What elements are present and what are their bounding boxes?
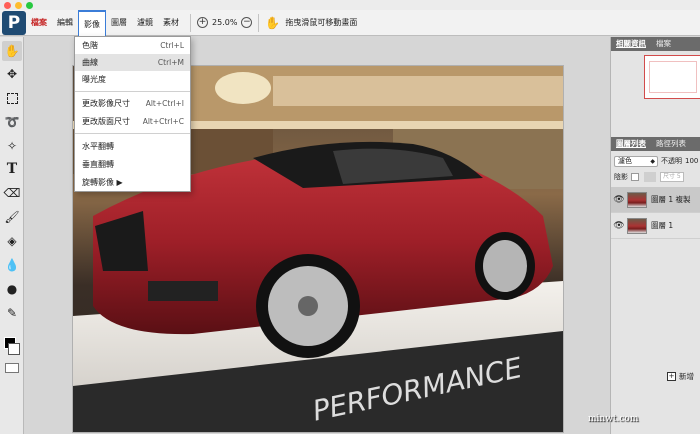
blend-row: 濾色 ◆ 不透明 100 — [614, 155, 700, 167]
shadow-checkbox[interactable] — [631, 173, 639, 181]
lasso-tool-icon[interactable]: ➰ — [2, 112, 22, 132]
hand-icon[interactable]: ✋ — [2, 41, 22, 61]
menu-item-canvas-size[interactable]: 更改版面尺寸 Alt+Ctrl+C — [75, 113, 190, 130]
tab-file[interactable]: 檔案 — [651, 37, 676, 51]
image-menu-dropdown: 色階 Ctrl+L 曲線 Ctrl+M 曝光度 更改影像尺寸 Alt+Ctrl+I 更… — [74, 36, 191, 192]
new-layer-icon: + — [667, 372, 676, 381]
eyedropper-tool-icon[interactable]: ✎ — [2, 303, 22, 323]
shadow-label: 陰影 — [614, 173, 628, 181]
app-logo: P — [2, 10, 26, 35]
menu-assets[interactable]: 素材 — [158, 10, 184, 36]
opacity-label: 不透明 — [661, 157, 682, 165]
tab-layers[interactable]: 圖層列表 — [611, 137, 651, 151]
menu-separator — [75, 91, 190, 92]
eye-icon[interactable]: 👁 — [613, 195, 625, 205]
info-tabs: 相關資訊 檔案 — [611, 37, 700, 51]
menu-item-exposure[interactable]: 曝光度 — [75, 71, 190, 88]
layer-tabs: 圖層列表 路徑列表 — [611, 137, 700, 151]
menubar-divider — [258, 13, 260, 32]
layer-row[interactable]: 👁 圖層 1 — [611, 213, 700, 239]
watermark-text: minwt.com — [588, 414, 639, 424]
menu-file[interactable]: 檔案 — [26, 10, 52, 36]
dodge-tool-icon[interactable]: ● — [2, 279, 22, 299]
hand-tool-icon[interactable]: ✋ — [265, 16, 280, 30]
minimize-window-button[interactable] — [15, 2, 22, 9]
menu-item-flip-vertical[interactable]: 垂直翻轉 — [75, 156, 190, 173]
menu-item-image-size[interactable]: 更改影像尺寸 Alt+Ctrl+I — [75, 95, 190, 112]
menu-item-levels[interactable]: 色階 Ctrl+L — [75, 37, 190, 54]
quick-mask-icon[interactable] — [5, 363, 19, 373]
menu-layer[interactable]: 圖層 — [106, 10, 132, 36]
zoom-level: 25.0% — [212, 18, 238, 27]
close-window-button[interactable] — [4, 2, 11, 9]
menu-filter[interactable]: 濾鏡 — [132, 10, 158, 36]
brush-tool-icon[interactable]: 🖌 — [2, 207, 22, 227]
tab-paths[interactable]: 路徑列表 — [651, 137, 691, 151]
menu-item-rotate[interactable]: 旋轉影像 ▶ — [75, 174, 190, 191]
menu-separator — [75, 133, 190, 134]
opacity-value[interactable]: 100 — [685, 157, 698, 165]
eraser-tool-icon[interactable]: ⌫ — [2, 183, 22, 203]
chevron-down-icon: ◆ — [650, 157, 655, 165]
lock-row: 陰影 尺寸 5 — [614, 171, 700, 183]
tab-info[interactable]: 相關資訊 — [611, 37, 651, 51]
tools-toolbar: ✋ ✥ ➰ ✧ T ⌫ 🖌 ◈ 💧 ● ✎ — [0, 37, 24, 434]
right-panel: 相關資訊 檔案 圖層列表 路徑列表 濾色 ◆ 不透明 100 陰影 尺寸 5 👁 … — [610, 37, 700, 434]
menu-image[interactable]: 影像 — [78, 9, 106, 36]
move-tool-icon[interactable]: ✥ — [2, 64, 22, 84]
zoom-in-icon[interactable]: + — [197, 17, 208, 28]
blend-mode-select[interactable]: 濾色 ◆ — [614, 155, 658, 167]
shadow-color-swatch[interactable] — [644, 172, 656, 182]
text-tool-icon[interactable]: T — [2, 159, 22, 179]
pan-hint: 拖曳滑鼠可移動畫面 — [285, 18, 358, 27]
layer-thumbnail — [627, 191, 647, 208]
menubar: P 檔案 編輯 影像 圖層 濾鏡 素材 + 25.0% − ✋ 拖曳滑鼠可移動畫… — [0, 9, 700, 36]
layer-name: 圖層 1 — [651, 221, 674, 230]
fill-tool-icon[interactable]: ◈ — [2, 231, 22, 251]
size-input[interactable]: 尺寸 5 — [660, 172, 684, 182]
menu-item-flip-horizontal[interactable]: 水平翻轉 — [75, 138, 190, 155]
menubar-divider — [190, 13, 191, 32]
background-color-swatch[interactable] — [8, 343, 20, 355]
magic-wand-icon[interactable]: ✧ — [2, 136, 22, 156]
new-layer-button[interactable]: + 新增 — [667, 371, 694, 382]
layer-thumbnail — [627, 217, 647, 234]
layer-name: 圖層 1 複製 — [651, 195, 691, 204]
blur-tool-icon[interactable]: 💧 — [2, 255, 22, 275]
window-titlebar — [0, 0, 700, 10]
zoom-out-icon[interactable]: − — [241, 17, 253, 28]
menu-item-curves[interactable]: 曲線 Ctrl+M — [75, 54, 190, 71]
navigator-preview[interactable] — [644, 55, 700, 99]
layer-row[interactable]: 👁 圖層 1 複製 — [611, 187, 700, 213]
eye-icon[interactable]: 👁 — [613, 221, 625, 231]
zoom-window-button[interactable] — [26, 2, 33, 9]
marquee-tool-icon[interactable] — [2, 88, 22, 108]
menu-edit[interactable]: 編輯 — [52, 10, 78, 36]
